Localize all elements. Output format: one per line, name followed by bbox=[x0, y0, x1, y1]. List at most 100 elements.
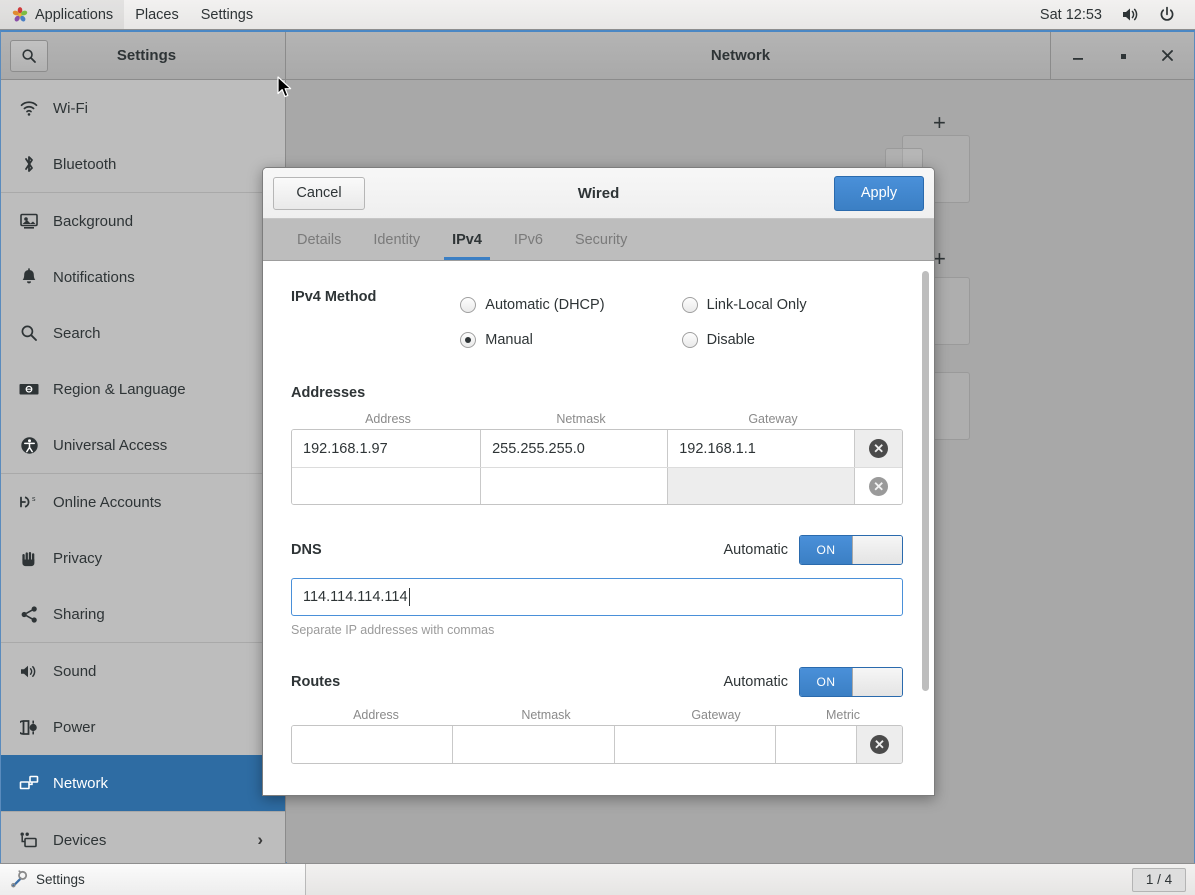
toggle-on-label: ON bbox=[800, 536, 852, 564]
sidebar-item-universal-access[interactable]: Universal Access bbox=[1, 417, 285, 473]
background-monitor-icon bbox=[15, 209, 43, 233]
minimize-button[interactable] bbox=[1055, 32, 1100, 79]
routes-automatic-toggle[interactable]: ON bbox=[799, 667, 903, 697]
sidebar-item-wifi[interactable]: Wi-Fi bbox=[1, 80, 285, 136]
close-button[interactable] bbox=[1145, 32, 1190, 79]
menubar-item-places[interactable]: Places bbox=[124, 0, 190, 29]
desktop-taskbar: Settings 1 / 4 bbox=[0, 863, 1195, 895]
workspace-indicator[interactable]: 1 / 4 bbox=[1132, 868, 1186, 892]
route-address-input[interactable] bbox=[292, 726, 453, 763]
sound-speaker-icon bbox=[15, 659, 43, 683]
taskbar-item-settings[interactable]: Settings bbox=[0, 864, 306, 895]
ipv4-method-column-right: Link-Local Only Disable bbox=[682, 287, 903, 357]
sidebar-item-network[interactable]: Network bbox=[1, 755, 285, 811]
wifi-icon bbox=[15, 96, 43, 120]
sidebar-item-label: Online Accounts bbox=[53, 494, 161, 511]
sidebar-item-region-language[interactable]: Region & Language bbox=[1, 361, 285, 417]
column-header-metric: Metric bbox=[801, 708, 885, 722]
dns-automatic-toggle[interactable]: ON bbox=[799, 535, 903, 565]
sharing-icon bbox=[15, 602, 43, 626]
chevron-right-icon: › bbox=[257, 830, 263, 850]
sidebar-item-label: Power bbox=[53, 719, 96, 736]
menubar-clock[interactable]: Sat 12:53 bbox=[1030, 7, 1112, 23]
volume-icon[interactable] bbox=[1112, 0, 1149, 29]
routes-automatic-label: Automatic bbox=[724, 674, 788, 690]
delete-circle-icon: ✕ bbox=[869, 477, 888, 496]
sidebar-item-label: Network bbox=[53, 775, 108, 792]
route-netmask-input[interactable] bbox=[453, 726, 614, 763]
menubar-item-settings[interactable]: Settings bbox=[190, 0, 264, 29]
maximize-button[interactable] bbox=[1100, 32, 1145, 79]
routes-table: ✕ bbox=[291, 725, 903, 764]
dialog-header: Cancel Wired Apply bbox=[263, 168, 934, 219]
sidebar-item-search[interactable]: Search bbox=[1, 305, 285, 361]
radio-disable[interactable]: Disable bbox=[682, 322, 903, 357]
dns-automatic-label: Automatic bbox=[724, 542, 788, 558]
netmask-input[interactable] bbox=[481, 468, 668, 504]
taskbar-item-label: Settings bbox=[36, 872, 85, 887]
sidebar-item-bluetooth[interactable]: Bluetooth bbox=[1, 136, 285, 192]
radio-label: Link-Local Only bbox=[707, 297, 807, 313]
search-button[interactable] bbox=[10, 40, 48, 72]
apply-button[interactable]: Apply bbox=[834, 176, 924, 211]
sidebar-item-power[interactable]: Power bbox=[1, 699, 285, 755]
tab-ipv6[interactable]: IPv6 bbox=[498, 219, 559, 260]
sidebar-item-sharing[interactable]: Sharing bbox=[1, 586, 285, 642]
dns-servers-value: 114.114.114.114 bbox=[303, 589, 408, 605]
address-input[interactable] bbox=[292, 468, 481, 504]
gateway-input[interactable] bbox=[668, 468, 855, 504]
radio-manual[interactable]: Manual bbox=[460, 322, 681, 357]
online-accounts-icon: s bbox=[15, 490, 43, 514]
table-row: ✕ bbox=[292, 467, 902, 504]
addresses-column-headers: Address Netmask Gateway bbox=[291, 412, 903, 426]
tab-ipv4[interactable]: IPv4 bbox=[436, 219, 498, 260]
sidebar-item-background[interactable]: Background bbox=[1, 193, 285, 249]
dialog-scrollbar[interactable] bbox=[922, 271, 929, 759]
sidebar-item-label: Universal Access bbox=[53, 437, 167, 454]
route-gateway-input[interactable] bbox=[615, 726, 776, 763]
column-header-address: Address bbox=[291, 412, 485, 426]
sidebar-header: Settings bbox=[1, 32, 286, 79]
tab-details[interactable]: Details bbox=[281, 219, 357, 260]
route-metric-input[interactable] bbox=[776, 726, 856, 763]
routes-title: Routes bbox=[291, 674, 340, 690]
sidebar-item-privacy[interactable]: Privacy bbox=[1, 530, 285, 586]
add-connection-button[interactable]: + bbox=[933, 112, 946, 134]
radio-dot-icon bbox=[460, 297, 476, 313]
dns-header-row: DNS Automatic ON bbox=[291, 535, 903, 565]
ipv4-method-label: IPv4 Method bbox=[291, 287, 460, 305]
netmask-input[interactable]: 255.255.255.0 bbox=[481, 430, 668, 467]
settings-tools-icon bbox=[9, 870, 28, 889]
desktop-screen: Applications Places Settings Sat 12:53 bbox=[0, 0, 1195, 895]
column-header-netmask: Netmask bbox=[461, 708, 631, 722]
privacy-hand-icon bbox=[15, 546, 43, 570]
tab-identity[interactable]: Identity bbox=[357, 219, 436, 260]
sidebar-item-label: Privacy bbox=[53, 550, 102, 567]
settings-sidebar[interactable]: Wi-Fi Bluetooth bbox=[1, 80, 286, 864]
power-icon[interactable] bbox=[1149, 0, 1185, 29]
scrollbar-thumb[interactable] bbox=[922, 271, 929, 691]
radio-link-local-only[interactable]: Link-Local Only bbox=[682, 287, 903, 322]
devices-icon bbox=[15, 828, 43, 852]
tab-security[interactable]: Security bbox=[559, 219, 643, 260]
taskbar-right: 1 / 4 bbox=[1132, 868, 1195, 892]
address-input[interactable]: 192.168.1.97 bbox=[292, 430, 481, 467]
universal-access-icon bbox=[15, 433, 43, 457]
settings-window: Settings Network bbox=[0, 30, 1195, 863]
dns-hint: Separate IP addresses with commas bbox=[291, 623, 903, 637]
gateway-input[interactable]: 192.168.1.1 bbox=[668, 430, 855, 467]
sidebar-item-notifications[interactable]: Notifications bbox=[1, 249, 285, 305]
delete-address-button[interactable]: ✕ bbox=[855, 430, 902, 467]
sidebar-item-online-accounts[interactable]: s Online Accounts bbox=[1, 474, 285, 530]
sidebar-item-devices[interactable]: Devices › bbox=[1, 812, 285, 864]
radio-dot-icon bbox=[682, 332, 698, 348]
cancel-button[interactable]: Cancel bbox=[273, 177, 365, 210]
menubar-item-applications[interactable]: Applications bbox=[0, 0, 124, 29]
sidebar-item-sound[interactable]: Sound bbox=[1, 643, 285, 699]
ipv4-method-row: IPv4 Method Automatic (DHCP) Manual bbox=[291, 287, 903, 357]
radio-automatic-dhcp[interactable]: Automatic (DHCP) bbox=[460, 287, 681, 322]
dns-servers-input[interactable]: 114.114.114.114 bbox=[291, 578, 903, 616]
delete-address-button[interactable]: ✕ bbox=[855, 468, 902, 504]
delete-route-button[interactable]: ✕ bbox=[857, 726, 902, 763]
sidebar-item-label: Wi-Fi bbox=[53, 100, 88, 117]
